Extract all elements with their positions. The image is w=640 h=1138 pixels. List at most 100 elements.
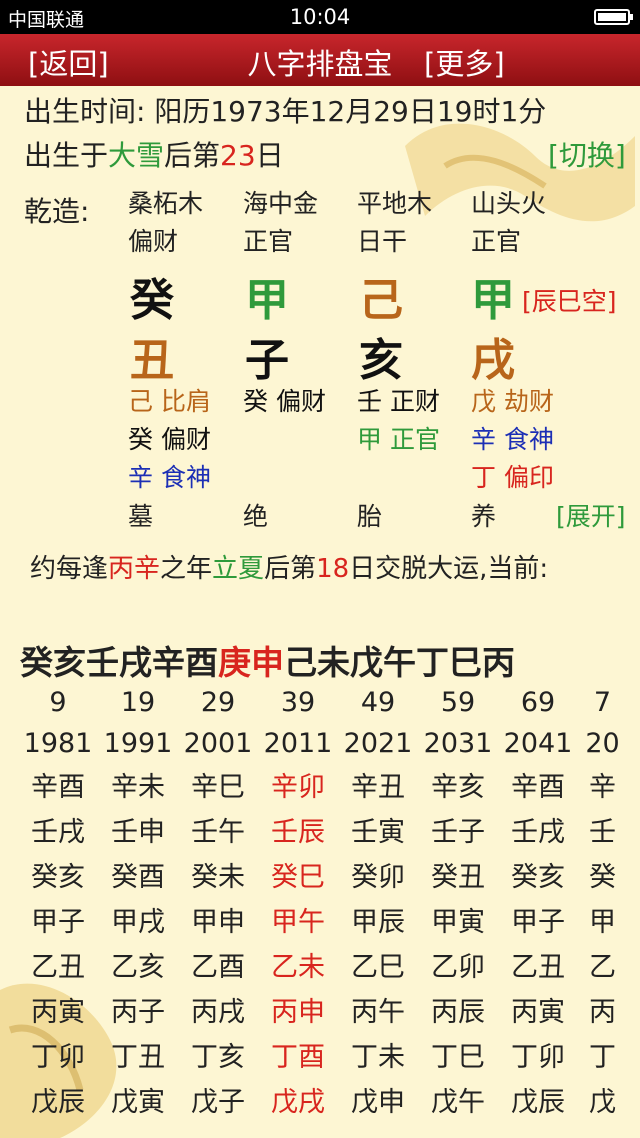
stem-year: 癸 — [130, 275, 174, 326]
state-year: 墓 — [128, 502, 154, 531]
dayun-liunian-row-cell: 甲午 — [271, 907, 325, 938]
dayun-ages-row-cell: 9 — [49, 687, 67, 718]
dayun-ages-row-cell: 49 — [360, 687, 396, 718]
dayun-liunian-row-cell: 戊寅 — [111, 1087, 165, 1118]
dayun-liunian-row-cell: 癸卯 — [351, 862, 405, 893]
dayun-ages-row-cell: 29 — [200, 687, 236, 718]
dayun-liunian-row-cell: 癸丑 — [431, 862, 485, 893]
dayun-stems: 丙辛 — [108, 554, 161, 584]
nayin-month: 海中金 — [243, 189, 319, 218]
dayun-liunian-row-cell: 壬 — [589, 817, 616, 848]
hidden-hour-2: 辛 食神 — [471, 425, 554, 454]
shishen-year: 偏财 — [128, 227, 179, 256]
dayun-liunian-row-cell: 丙寅 — [31, 997, 85, 1028]
dayun-liunian-row-cell: 甲申 — [191, 907, 245, 938]
dayun-ages-row: 9 19 29 39 49 59 69 7 — [0, 687, 640, 731]
dayun-liunian-row: 甲子 甲戌 甲申 甲午 甲辰 甲寅 甲子甲 — [0, 900, 640, 944]
dayun-liunian-row-cell: 辛未 — [111, 772, 165, 803]
state-month: 绝 — [243, 502, 269, 531]
dayun-liunian-row-cell: 丁未 — [351, 1042, 405, 1073]
dayun-term: 立夏 — [212, 554, 265, 584]
dayun-liunian-row: 癸亥 癸酉 癸未 癸巳 癸卯 癸丑 癸亥癸 — [0, 855, 640, 899]
dayun-liunian-row-cell: 乙酉 — [191, 952, 245, 983]
birth-term-days: 23 — [220, 139, 256, 172]
dayun-liunian-row-cell: 戊申 — [351, 1087, 405, 1118]
shishen-month: 正官 — [243, 227, 294, 256]
hidden-month-1: 癸 偏财 — [243, 387, 326, 416]
branch-day: 亥 — [359, 335, 403, 386]
dayun-liunian-row-cell: 丁卯 — [31, 1042, 85, 1073]
dayun-liunian-row-cell: 壬午 — [191, 817, 245, 848]
dayun-liunian-row-cell: 丙 — [589, 997, 616, 1028]
dayun-ages-row-cell: 59 — [440, 687, 476, 718]
dayun-liunian-row-cell: 戊 — [589, 1087, 616, 1118]
dayun-liunian-row-cell: 壬子 — [431, 817, 485, 848]
dayun-years-row-cell: 20 — [585, 728, 620, 759]
dayun-liunian-row: 丁卯 丁丑 丁亥 丁酉 丁未 丁巳 丁卯丁 — [0, 1035, 640, 1079]
dayun-liunian-row: 乙丑 乙亥 乙酉 乙未 乙巳 乙卯 乙丑乙 — [0, 945, 640, 989]
dayun-info-p2: 之年 — [160, 554, 213, 584]
stem-hour: 甲 — [471, 275, 515, 326]
page-title: 八字排盘宝 — [247, 47, 393, 81]
dayun-liunian-row: 丙寅 丙子 丙戌 丙申 丙午 丙辰 丙寅丙 — [0, 990, 640, 1034]
dayun-years-row-cell: 2011 — [263, 728, 333, 759]
dayun-liunian-row-cell: 乙 — [589, 952, 616, 983]
status-bar: 中国联通 10:04 — [0, 0, 640, 34]
dayun-liunian-row-cell: 辛巳 — [191, 772, 245, 803]
dayun-liunian-row-cell: 戊戌 — [271, 1087, 325, 1118]
dayun-liunian-row-cell: 乙巳 — [351, 952, 405, 983]
dayun-days: 18 — [316, 554, 350, 584]
dayun-liunian-row-cell: 丁酉 — [271, 1042, 325, 1073]
dayun-liunian-row-cell: 丁丑 — [111, 1042, 165, 1073]
dayun-liunian-row: 辛酉 辛未 辛巳 辛卯 辛丑 辛亥 辛酉辛 — [0, 765, 640, 809]
birth-term-mid: 后第 — [164, 139, 221, 172]
state-hour: 养 — [471, 502, 497, 531]
birth-term-line: 出生于大雪后第23日 — [24, 134, 284, 174]
dayun-info: 约每逢丙辛之年立夏后第18日交脱大运,当前: — [30, 548, 548, 585]
more-button[interactable]: [更多] — [424, 41, 505, 83]
dayun-liunian-row-cell: 乙亥 — [111, 952, 165, 983]
dayun-liunian-row-cell: 甲子 — [31, 907, 85, 938]
kong-label: [辰巳空] — [522, 287, 617, 316]
battery-icon — [594, 9, 633, 25]
dayun-liunian-row-cell: 癸酉 — [111, 862, 165, 893]
dayun-liunian-row-cell: 癸亥 — [31, 862, 85, 893]
dayun-liunian-row-cell: 戊子 — [191, 1087, 245, 1118]
shishen-hour: 正官 — [471, 227, 522, 256]
dayun-ages-row-cell: 19 — [120, 687, 156, 718]
dayun-liunian-row-cell: 乙丑 — [31, 952, 85, 983]
dayun-seq-current: 庚申 — [218, 643, 284, 682]
birth-time: 出生时间: 阳历1973年12月29日19时1分 — [24, 95, 547, 128]
hidden-hour-3: 丁 偏印 — [471, 463, 554, 492]
nayin-hour: 山头火 — [471, 189, 547, 218]
dayun-liunian-row-cell: 甲辰 — [351, 907, 405, 938]
dayun-liunian-row-cell: 壬戌 — [31, 817, 85, 848]
chart-label: 乾造: — [24, 195, 90, 228]
branch-month: 子 — [245, 335, 289, 386]
dayun-years-row-cell: 1991 — [103, 728, 173, 759]
hidden-hour-1: 戊 劫财 — [471, 387, 554, 416]
dayun-liunian-row-cell: 丁巳 — [431, 1042, 485, 1073]
dayun-info-p1: 约每逢 — [30, 554, 109, 584]
branch-hour: 戌 — [471, 335, 515, 386]
clock: 10:04 — [289, 5, 351, 29]
expand-button[interactable]: [展开] — [556, 497, 626, 533]
dayun-liunian-row-cell: 壬辰 — [271, 817, 325, 848]
dayun-info-p4: 日交脱大运,当前: — [349, 554, 549, 584]
switch-button[interactable]: [切换] — [548, 134, 626, 174]
dayun-liunian-row-cell: 辛卯 — [271, 772, 325, 803]
state-day: 胎 — [357, 502, 383, 531]
dayun-liunian-row-cell: 乙卯 — [431, 952, 485, 983]
dayun-liunian-row-cell: 癸 — [589, 862, 616, 893]
hidden-day-1: 壬 正财 — [357, 387, 440, 416]
dayun-ages-row-cell: 39 — [280, 687, 316, 718]
branch-year: 丑 — [130, 335, 174, 386]
dayun-liunian-row-cell: 丁 — [589, 1042, 616, 1073]
nayin-year: 桑柘木 — [128, 189, 204, 218]
hidden-day-2: 甲 正官 — [357, 425, 440, 454]
hidden-year-1: 己 比肩 — [128, 387, 211, 416]
dayun-liunian-row-cell: 甲戌 — [111, 907, 165, 938]
shishen-day: 日干 — [357, 227, 408, 256]
birth-term-prefix: 出生于 — [24, 139, 109, 172]
dayun-liunian-row-cell: 乙未 — [271, 952, 325, 983]
